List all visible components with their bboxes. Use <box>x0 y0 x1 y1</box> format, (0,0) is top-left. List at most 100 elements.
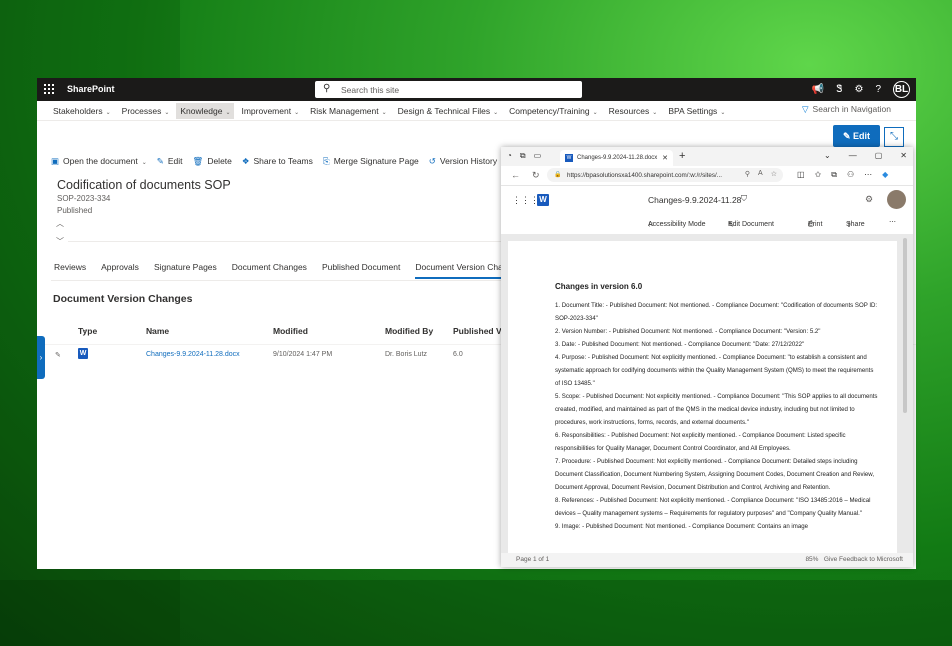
tab-actions-icon[interactable]: ▭ <box>534 151 542 161</box>
collapse-icon[interactable]: ⤡ <box>884 127 904 147</box>
back-icon[interactable]: ← <box>511 170 520 181</box>
address-bar-row: ← ↻ 🔒 https://bpasolutionsxa1400.sharepo… <box>501 166 913 186</box>
split-screen-icon[interactable]: ◫ <box>797 170 805 180</box>
sharepoint-icon[interactable]: Ꮥ <box>836 84 842 95</box>
nav-item-improvement[interactable]: Improvement ⌄ <box>237 103 303 119</box>
nav-item-bpa-settings[interactable]: BPA Settings ⌄ <box>664 103 729 119</box>
chevron-up-icon[interactable]: ︿ <box>56 218 64 229</box>
maximize-icon[interactable]: ▢ <box>875 151 883 160</box>
share-to-teams-button[interactable]: ❖ Share to Teams <box>242 156 313 167</box>
zoom-level[interactable]: 85% <box>805 556 818 563</box>
browser-tab[interactable]: W Changes-9.9.2024-11.28.docx ✕ <box>560 150 673 166</box>
tab-published-document[interactable]: Published Document <box>322 262 400 279</box>
toolbar-label: Share <box>846 221 865 228</box>
cmd-label: Delete <box>207 156 232 166</box>
expand-panel-tab[interactable]: › <box>37 336 45 379</box>
tab-reviews[interactable]: Reviews <box>54 262 86 279</box>
word-icon: W <box>565 154 573 162</box>
chevron-down-icon: ⌄ <box>105 109 111 116</box>
section-title: Document Version Changes <box>53 293 193 305</box>
modified-by: Dr. Boris Lutz <box>385 351 428 358</box>
published-version: 6.0 <box>453 351 463 358</box>
lock-icon: 🔒 <box>554 172 562 178</box>
sharepoint-brand[interactable]: SharePoint <box>67 84 115 94</box>
nav-item-design-technical-files[interactable]: Design & Technical Files ⌄ <box>394 103 502 119</box>
copilot-icon[interactable]: ◆ <box>882 170 888 180</box>
tab-approvals[interactable]: Approvals <box>101 262 139 279</box>
word-doc-icon: ▣ <box>51 156 60 166</box>
more-icon[interactable]: ⋯ <box>889 218 896 226</box>
refresh-icon[interactable]: ↻ <box>532 170 540 181</box>
pencil-icon[interactable]: ✎ <box>55 351 61 359</box>
minimize-icon[interactable]: — <box>849 151 857 160</box>
avatar[interactable] <box>887 190 906 209</box>
version-history-button[interactable]: ↺ Version History <box>429 156 497 167</box>
nav-item-processes[interactable]: Processes ⌄ <box>118 103 174 119</box>
chevron-down-icon: ⌄ <box>82 327 88 333</box>
address-bar[interactable]: 🔒 https://bpasolutionsxa1400.sharepoint.… <box>547 168 783 182</box>
favorite-icon[interactable]: ☆ <box>771 170 777 178</box>
hub-navigation: Stakeholders ⌄ Processes ⌄ Knowledge ⌄ Impr… <box>37 101 916 121</box>
new-tab-icon[interactable]: + <box>679 150 685 162</box>
change-item: 7. Procedure: - Published Document: Not … <box>555 458 875 491</box>
zoom-icon[interactable]: ⚲ <box>745 170 750 178</box>
chevron-down-icon: ⌄ <box>294 109 300 116</box>
tab-signature-pages[interactable]: Signature Pages <box>154 262 217 279</box>
nav-label: Improvement <box>241 105 292 116</box>
word-logo-icon[interactable]: W <box>537 194 549 206</box>
nav-item-competency-training[interactable]: Competency/Training ⌄ <box>505 103 602 119</box>
document-status: Published <box>57 206 93 215</box>
megaphone-icon[interactable]: 📢 <box>812 84 824 95</box>
read-aloud-icon[interactable]: A <box>758 170 763 178</box>
edit-button[interactable]: ✎ Edit <box>833 125 880 147</box>
more-icon[interactable]: ⋯ <box>864 170 872 180</box>
file-name-link[interactable]: Changes-9.9.2024-11.28.docx <box>146 351 240 358</box>
nav-item-resources[interactable]: Resources ⌄ <box>605 103 662 119</box>
collections-icon[interactable]: ⧉ <box>831 170 837 180</box>
nav-label: Processes <box>121 105 162 116</box>
avatar[interactable]: BL <box>893 81 910 98</box>
close-icon[interactable]: ✕ <box>900 151 907 160</box>
app-launcher-icon[interactable] <box>44 84 54 94</box>
window-controls: ⌄ — ▢ ✕ <box>824 151 907 160</box>
toolbar-label: Edit Document <box>728 221 774 228</box>
feedback-link[interactable]: Give Feedback to Microsoft <box>824 556 903 563</box>
chevron-down-icon[interactable]: ⌄ <box>824 151 831 160</box>
url-text: https://bpasolutionsxa1400.sharepoint.co… <box>567 172 723 179</box>
open-document-button[interactable]: ▣ Open the document ⌄ <box>51 156 147 167</box>
extensions-icon[interactable]: ⚇ <box>847 170 854 180</box>
merge-page-icon: ⎘ <box>322 156 330 166</box>
site-search-input[interactable]: ⚲ Search this site <box>315 81 582 98</box>
delete-button[interactable]: 🗑 Delete <box>193 156 232 167</box>
favorites-icon[interactable]: ✩ <box>815 170 822 180</box>
document-title[interactable]: Changes-9.9.2024-11.28 <box>648 195 741 205</box>
shield-icon[interactable]: ⛉ <box>741 194 747 204</box>
help-icon[interactable]: ? <box>875 84 881 95</box>
status-bar: Page 1 of 1 85% Give Feedback to Microso… <box>501 553 913 567</box>
suite-bar: SharePoint ⚲ Search this site 📢 Ꮥ ⚙ ? BL <box>37 78 916 101</box>
chevron-down-icon: ⌄ <box>389 327 395 333</box>
merge-signature-button[interactable]: ⎘ Merge Signature Page <box>323 156 419 167</box>
page-title: Codification of documents SOP <box>57 178 231 192</box>
background-block <box>0 580 952 646</box>
edit-command-button[interactable]: ✎ Edit <box>157 156 183 167</box>
cmd-label: Version History <box>439 156 498 166</box>
browser-left-icons: ◔ ⧉ ▭ <box>507 151 541 161</box>
nav-search[interactable]: ▽ Search in Navigation <box>802 104 891 115</box>
nav-item-risk-management[interactable]: Risk Management ⌄ <box>306 103 391 119</box>
nav-item-knowledge[interactable]: Knowledge ⌄ <box>176 102 235 119</box>
gear-icon[interactable]: ⚙ <box>865 194 873 205</box>
nav-item-stakeholders[interactable]: Stakeholders ⌄ <box>49 103 115 119</box>
chevron-down-icon: ⌄ <box>493 109 499 116</box>
close-icon[interactable]: ✕ <box>662 154 668 162</box>
chevron-down-icon[interactable]: ﹀ <box>56 236 64 247</box>
workspaces-icon[interactable]: ⧉ <box>520 151 526 161</box>
app-launcher-icon[interactable]: ⋮⋮⋮ <box>512 195 539 206</box>
scrollbar[interactable] <box>903 238 907 413</box>
address-icons: ⚲ A ☆ <box>745 170 777 178</box>
edit-document-button[interactable]: ✎ Edit Document ⌄ <box>728 218 774 229</box>
profile-icon[interactable]: ◔ <box>507 151 512 161</box>
tab-document-changes[interactable]: Document Changes <box>232 262 307 279</box>
browser-window: ◔ ⧉ ▭ W Changes-9.9.2024-11.28.docx ✕ + … <box>501 147 913 567</box>
gear-icon[interactable]: ⚙ <box>854 84 863 95</box>
